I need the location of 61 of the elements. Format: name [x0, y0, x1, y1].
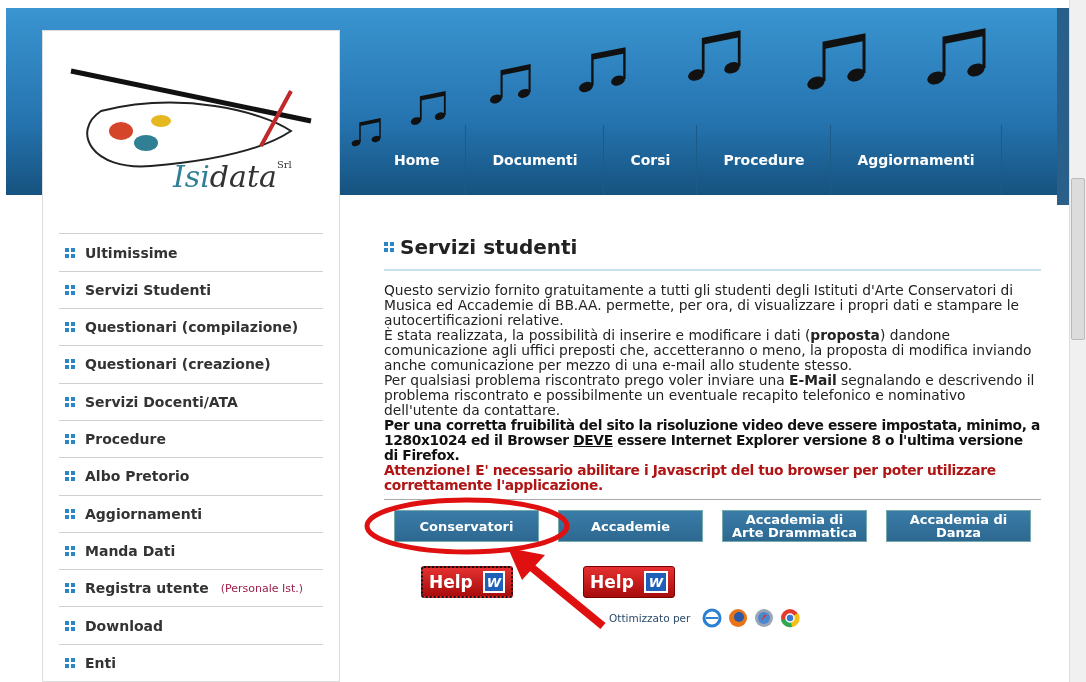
- sidebar-link[interactable]: Questionari (creazione): [59, 345, 323, 383]
- sidebar-link-label: Servizi Studenti: [85, 281, 211, 298]
- description-paragraph: Questo servizio fornito gratuitamente a tutti gli studenti degli Istituti d'Arte Conservatori di Musica ed Accademie di BB.AA. permette, per ora, di visualizzare i propri dati e stampare le autocertificazioni relative.: [384, 283, 1020, 328]
- sidebar-link[interactable]: Registra utente (Personale Ist.): [59, 569, 323, 607]
- sidebar-link-label: Manda Dati: [85, 542, 176, 559]
- sidebar-link[interactable]: Aggiornamenti: [59, 494, 323, 532]
- document-icon: W: [643, 571, 668, 593]
- sidebar-link[interactable]: Servizi Docenti/ATA: [59, 382, 323, 420]
- bullet-squares-icon: [65, 545, 75, 556]
- sidebar-link-label: Download: [85, 617, 164, 634]
- browser-chrome-icon: [780, 608, 801, 628]
- sidebar-link-label: Enti: [85, 654, 117, 671]
- sidebar-link[interactable]: Questionari (compilazione): [59, 308, 323, 346]
- optimized-for-label: Ottimizzato per: [609, 612, 691, 624]
- description-paragraph: Per qualsiasi problema riscontrato prego voler inviare una E-Mail segnalando e descrivendo il problema riscontrato e possibilmente un eventuale recapito telefonico e nominativo dell'utente da contattare.: [384, 373, 1036, 418]
- bullet-squares-icon: [65, 471, 75, 482]
- help-button[interactable]: Help W: [583, 566, 675, 598]
- category-button[interactable]: Accademia di Arte Drammatica: [722, 510, 867, 542]
- bullet-squares-icon: [65, 620, 75, 631]
- bullet-squares-icon: [65, 396, 75, 407]
- sidebar-link[interactable]: Enti: [59, 643, 323, 681]
- category-button[interactable]: Conservatori: [394, 510, 539, 542]
- browser-compass-icon: [754, 608, 775, 628]
- sidebar-link-label: Ultimissime: [85, 244, 178, 261]
- bullet-squares-icon: [65, 322, 75, 333]
- category-button[interactable]: Accademia di Danza: [886, 510, 1031, 542]
- browser-fox-icon: [728, 608, 749, 628]
- help-button[interactable]: Help W: [421, 566, 513, 598]
- bullet-squares-icon: [65, 508, 75, 519]
- sidebar-link-label: Questionari (compilazione): [85, 319, 299, 336]
- logo-wordmark: data: [209, 159, 277, 194]
- sidebar-link[interactable]: Download: [59, 606, 323, 644]
- deve-link[interactable]: DEVE: [573, 432, 613, 448]
- sidebar-link-label: Registra utente: [85, 580, 209, 597]
- sidebar-link[interactable]: Ultimissime: [59, 233, 323, 271]
- sidebar-link-note: (Personale Ist.): [220, 581, 304, 595]
- sidebar-link-label: Questionari (creazione): [85, 356, 271, 373]
- page-title: Servizi studenti: [400, 235, 578, 259]
- requirements-paragraph: Per una corretta fruibilità del sito la risoluzione video deve essere impostata, minimo, a 1280x1024 ed il Browser DEVE essere Internet Explorer versione 8 o l'ultima versione di Firefox.: [384, 418, 1041, 463]
- bullet-squares-icon: [65, 434, 75, 445]
- bullet-squares-icon: [65, 359, 75, 370]
- sidebar-link[interactable]: Servizi Studenti: [59, 270, 323, 309]
- document-icon: W: [482, 571, 505, 593]
- sidebar-link[interactable]: Manda Dati: [59, 531, 323, 570]
- sidebar-link[interactable]: Procedure: [59, 419, 323, 458]
- sidebar-link[interactable]: Albo Pretorio: [59, 457, 323, 495]
- bullet-squares-icon: [384, 242, 394, 252]
- bullet-squares-icon: [65, 284, 75, 295]
- bullet-squares-icon: [65, 657, 75, 668]
- category-button[interactable]: Accademie: [558, 510, 703, 542]
- description-paragraph: È stata realizzata, la possibilità di inserire e modificare i dati (proposta) dandone comunicazione agli uffici preposti che, accetteranno o meno, la proposta di modifica inviando anche comunicazione per mezzo di una e-mail allo studente stesso.: [384, 328, 1033, 373]
- sidebar-link-label: Albo Pretorio: [85, 468, 190, 485]
- sidebar-link-label: Procedure: [85, 431, 166, 448]
- javascript-warning: Attenzione! E' necessario abilitare i Javascript del tuo browser per poter utilizzare correttamente l'applicazione.: [384, 463, 997, 493]
- logo-wordmark: Isi: [173, 159, 210, 194]
- bullet-squares-icon: [65, 583, 75, 594]
- bullet-squares-icon: [65, 247, 75, 258]
- sidebar-link-label: Aggiornamenti: [85, 505, 203, 522]
- browser-e-icon: [702, 608, 723, 628]
- sidebar-link-label: Servizi Docenti/ATA: [85, 393, 238, 410]
- logo-suffix: Srl: [276, 159, 292, 170]
